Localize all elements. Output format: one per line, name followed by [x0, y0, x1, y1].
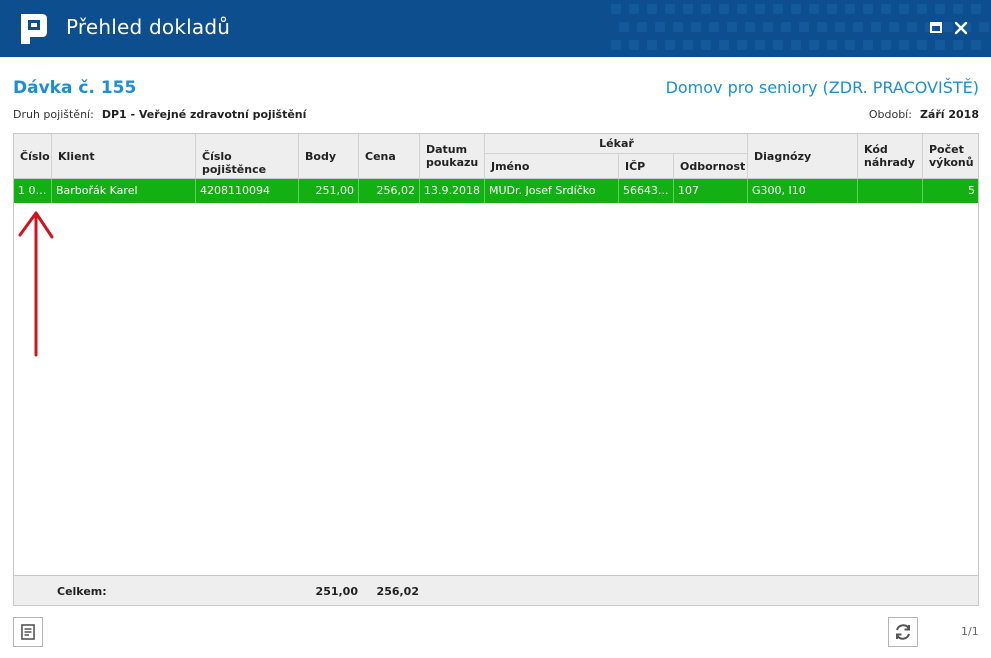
- insurance-value: DP1 - Veřejné zdravotní pojištění: [101, 108, 307, 121]
- logo-text: ZP: [32, 37, 44, 46]
- title-bar: ZP Přehled dokladů: [0, 0, 991, 57]
- col-cislo-label: Číslo: [20, 150, 50, 163]
- period-value: Září 2018: [919, 108, 979, 121]
- cell-body: 251,00: [299, 179, 359, 203]
- document-button[interactable]: [13, 617, 43, 647]
- col-cislo-pojistence[interactable]: Číslo pojištěnce: [196, 134, 299, 179]
- col-odbornost[interactable]: Odbornost: [674, 154, 748, 179]
- batch-title: Dávka č. 155: [13, 78, 137, 98]
- insurance-type: Druh pojištění: DP1 - Veřejné zdravotní p…: [13, 108, 306, 121]
- cell-pocet: 5: [968, 184, 975, 197]
- refresh-icon: [896, 624, 910, 640]
- col-diagnozy[interactable]: Diagnózy: [748, 134, 858, 179]
- col-group-lekar-label: Lékař: [599, 137, 634, 150]
- col-jmeno-label: Jméno: [491, 160, 530, 173]
- col-datum-poukazu[interactable]: Datum poukazu: [420, 134, 485, 179]
- close-icon[interactable]: [953, 20, 969, 36]
- col-diagnozy-label: Diagnózy: [754, 150, 812, 163]
- cell-icp: 56643...: [619, 179, 674, 203]
- red-arrow-annotation: [18, 211, 54, 357]
- pager: 1/1: [961, 625, 979, 638]
- table-row[interactable]: 1 074 Barbořák Karel 4208110094 251,00 2…: [14, 179, 978, 203]
- documents-grid: Číslo Klient Číslo pojištěnce Body Cena …: [13, 133, 979, 606]
- col-cislo[interactable]: Číslo: [14, 134, 52, 179]
- period-label: Období:: [868, 108, 912, 121]
- cell-kod: [858, 179, 923, 203]
- col-cislo-pojistence-label: Číslo pojištěnce: [202, 150, 267, 176]
- col-cena-label: Cena: [365, 150, 396, 163]
- insurance-label: Druh pojištění:: [13, 108, 94, 121]
- col-datum-line1: Datum: [426, 143, 468, 156]
- cell-odbornost: 107: [674, 179, 748, 203]
- cell-klient: Barbořák Karel: [52, 179, 196, 203]
- col-icp[interactable]: IČP: [619, 154, 674, 179]
- refresh-button[interactable]: [888, 617, 918, 647]
- col-pocet-line1: Počet: [929, 143, 964, 156]
- app-logo-icon: ZP: [21, 14, 47, 46]
- col-cena[interactable]: Cena: [359, 134, 420, 179]
- cell-cislo-pojistence: 4208110094: [196, 179, 299, 203]
- footer-cena-total: 256,02: [376, 585, 419, 598]
- maximize-icon[interactable]: [928, 20, 944, 36]
- col-jmeno[interactable]: Jméno: [485, 154, 619, 179]
- col-kod-line1: Kód: [864, 143, 888, 156]
- cell-cislo: 1 074: [14, 179, 52, 203]
- window-title: Přehled dokladů: [66, 15, 231, 39]
- col-body[interactable]: Body: [299, 134, 359, 179]
- cell-jmeno: MUDr. Josef Srdíčko: [485, 179, 619, 203]
- col-icp-label: IČP: [625, 160, 646, 173]
- cell-datum: 13.9.2018: [420, 179, 485, 203]
- document-icon: [21, 624, 35, 640]
- col-odbornost-label: Odbornost: [680, 160, 746, 173]
- grid-footer: Celkem: 251,00 256,02: [14, 575, 978, 605]
- col-datum-line2: poukazu: [426, 156, 479, 169]
- facility-name: Domov pro seniory (ZDR. PRACOVIŠTĚ): [665, 78, 979, 97]
- col-kod-line2: náhrady: [864, 156, 915, 169]
- cell-diagnozy: G300, I10: [748, 179, 858, 203]
- grid-header: Číslo Klient Číslo pojištěnce Body Cena …: [14, 134, 978, 179]
- period: Období: Září 2018: [869, 108, 979, 121]
- col-body-label: Body: [305, 150, 336, 163]
- footer-body-total: 251,00: [315, 585, 358, 598]
- col-group-lekar: Lékař: [485, 134, 748, 154]
- col-kod-nahrady[interactable]: Kód náhrady: [858, 134, 923, 179]
- col-klient[interactable]: Klient: [52, 134, 196, 179]
- cell-cena: 256,02: [359, 179, 420, 203]
- footer-label: Celkem:: [57, 585, 107, 598]
- col-klient-label: Klient: [58, 150, 95, 163]
- col-pocet-vykonu[interactable]: Počet výkonů: [923, 134, 978, 179]
- col-pocet-line2: výkonů: [929, 156, 974, 169]
